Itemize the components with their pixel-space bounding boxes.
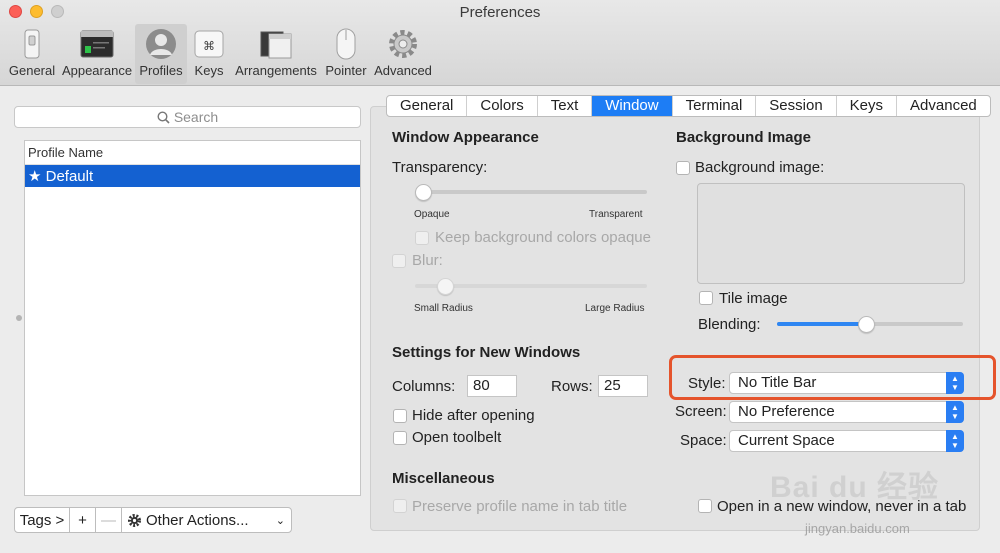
toolbar-keys[interactable]: ⌘ Keys bbox=[190, 24, 228, 84]
tags-button[interactable]: Tags > bbox=[14, 507, 70, 533]
tab-advanced[interactable]: Advanced bbox=[897, 96, 990, 116]
background-image-heading: Background Image bbox=[676, 129, 812, 146]
updown-arrows-icon: ▲ ▼ bbox=[946, 401, 964, 423]
transparency-max-label: Transparent bbox=[589, 209, 643, 220]
open-toolbelt-checkbox[interactable] bbox=[393, 431, 407, 445]
profile-tab-bar: General Colors Text Window Terminal Sess… bbox=[386, 95, 991, 117]
remove-profile-button[interactable]: — bbox=[96, 507, 122, 533]
screen-label: Screen: bbox=[675, 403, 727, 420]
blending-slider-fill bbox=[777, 322, 867, 326]
toolbar-profiles-label: Profiles bbox=[139, 63, 183, 78]
space-popup-value: Current Space bbox=[738, 432, 835, 449]
rows-field[interactable]: 25 bbox=[598, 375, 648, 397]
blending-label: Blending: bbox=[698, 316, 761, 333]
background-image-well[interactable] bbox=[697, 183, 965, 284]
tab-keys[interactable]: Keys bbox=[837, 96, 898, 116]
other-actions-popup[interactable]: Other Actions... ⌄ bbox=[121, 507, 292, 533]
baidu-watermark: Bai du 经验 bbox=[770, 471, 940, 504]
columns-label: Columns: bbox=[392, 378, 456, 395]
transparency-min-label: Opaque bbox=[414, 209, 450, 220]
add-profile-button[interactable]: + bbox=[70, 507, 96, 533]
profile-row-default[interactable]: ★ Default bbox=[25, 165, 360, 187]
pointer-mouse-icon bbox=[329, 28, 363, 60]
advanced-gear-icon bbox=[386, 28, 420, 60]
annotation-highlight-box bbox=[669, 355, 996, 400]
tab-window[interactable]: Window bbox=[592, 96, 673, 116]
hide-after-opening-label: Hide after opening bbox=[412, 407, 535, 424]
chevron-down-icon: ⌄ bbox=[275, 514, 285, 527]
split-resize-handle[interactable] bbox=[16, 315, 22, 321]
keep-bg-opaque-label: Keep background colors opaque bbox=[435, 229, 651, 246]
tab-text[interactable]: Text bbox=[538, 96, 593, 116]
toolbar-appearance-label: Appearance bbox=[61, 63, 133, 78]
columns-field[interactable]: 80 bbox=[467, 375, 517, 397]
open-toolbelt-label: Open toolbelt bbox=[412, 429, 502, 446]
keys-command-icon: ⌘ bbox=[192, 28, 226, 60]
preserve-profile-name-label: Preserve profile name in tab title bbox=[412, 498, 628, 515]
toolbar-keys-label: Keys bbox=[194, 63, 224, 78]
tab-general[interactable]: General bbox=[387, 96, 468, 116]
blur-label: Blur: bbox=[412, 252, 443, 269]
general-switch-icon bbox=[15, 28, 49, 60]
hide-after-opening-checkbox[interactable] bbox=[393, 409, 407, 423]
open-new-window-checkbox[interactable] bbox=[698, 499, 712, 513]
svg-text:⌘: ⌘ bbox=[203, 39, 215, 53]
toolbar-advanced-label: Advanced bbox=[374, 63, 432, 78]
blending-slider-knob[interactable] bbox=[858, 316, 876, 333]
blur-checkbox[interactable] bbox=[392, 254, 406, 268]
baidu-watermark-url: jingyan.baidu.com bbox=[805, 521, 910, 536]
search-icon bbox=[157, 111, 170, 124]
toolbar-arrangements-label: Arrangements bbox=[235, 63, 317, 78]
search-placeholder: Search bbox=[173, 109, 219, 125]
blur-min-label: Small Radius bbox=[414, 303, 473, 314]
transparency-slider-track[interactable] bbox=[415, 190, 647, 194]
tile-image-label: Tile image bbox=[719, 290, 788, 307]
space-label: Space: bbox=[680, 432, 727, 449]
tab-session[interactable]: Session bbox=[756, 96, 837, 116]
profile-list[interactable]: Profile Name ★ Default bbox=[24, 140, 361, 496]
background-image-checkbox[interactable] bbox=[676, 161, 690, 175]
gear-icon bbox=[128, 513, 141, 527]
blur-max-label: Large Radius bbox=[585, 303, 645, 314]
toolbar-advanced[interactable]: Advanced bbox=[373, 24, 433, 84]
arrangements-windows-icon bbox=[259, 28, 293, 60]
profile-name-column-header[interactable]: Profile Name bbox=[25, 141, 360, 165]
toolbar-pointer-label: Pointer bbox=[325, 63, 367, 78]
toolbar-general-label: General bbox=[8, 63, 56, 78]
toolbar-profiles[interactable]: Profiles bbox=[135, 24, 187, 84]
screen-popup-value: No Preference bbox=[738, 403, 835, 420]
rows-label: Rows: bbox=[551, 378, 593, 395]
transparency-label: Transparency: bbox=[392, 159, 488, 176]
profiles-person-icon bbox=[144, 28, 178, 60]
profile-actions-bar: Tags > + — Other Actions... ⌄ bbox=[14, 507, 292, 533]
new-windows-heading: Settings for New Windows bbox=[392, 344, 581, 361]
tab-terminal[interactable]: Terminal bbox=[673, 96, 757, 116]
window-appearance-heading: Window Appearance bbox=[392, 129, 539, 146]
background-image-label: Background image: bbox=[695, 159, 825, 176]
toolbar-general[interactable]: General bbox=[6, 24, 58, 84]
updown-arrows-icon: ▲ ▼ bbox=[946, 430, 964, 452]
transparency-slider-knob[interactable] bbox=[415, 184, 432, 201]
tile-image-checkbox[interactable] bbox=[699, 291, 713, 305]
toolbar-pointer[interactable]: Pointer bbox=[322, 24, 370, 84]
screen-popup[interactable]: No Preference ▲ ▼ bbox=[729, 401, 964, 423]
miscellaneous-heading: Miscellaneous bbox=[392, 470, 495, 487]
blur-slider-knob[interactable] bbox=[436, 278, 454, 295]
preserve-profile-name-checkbox[interactable] bbox=[393, 499, 407, 513]
other-actions-label: Other Actions... bbox=[146, 511, 249, 529]
space-popup[interactable]: Current Space ▲ ▼ bbox=[729, 430, 964, 452]
title-bar: Preferences General Appearance Profiles … bbox=[0, 0, 1000, 86]
window-title: Preferences bbox=[459, 4, 541, 21]
appearance-terminal-icon bbox=[80, 28, 114, 60]
keep-bg-opaque-checkbox[interactable] bbox=[415, 231, 429, 245]
toolbar-appearance[interactable]: Appearance bbox=[60, 24, 134, 84]
tab-colors[interactable]: Colors bbox=[467, 96, 538, 116]
profile-search-field[interactable]: Search bbox=[14, 106, 361, 128]
toolbar-arrangements[interactable]: Arrangements bbox=[233, 24, 319, 84]
